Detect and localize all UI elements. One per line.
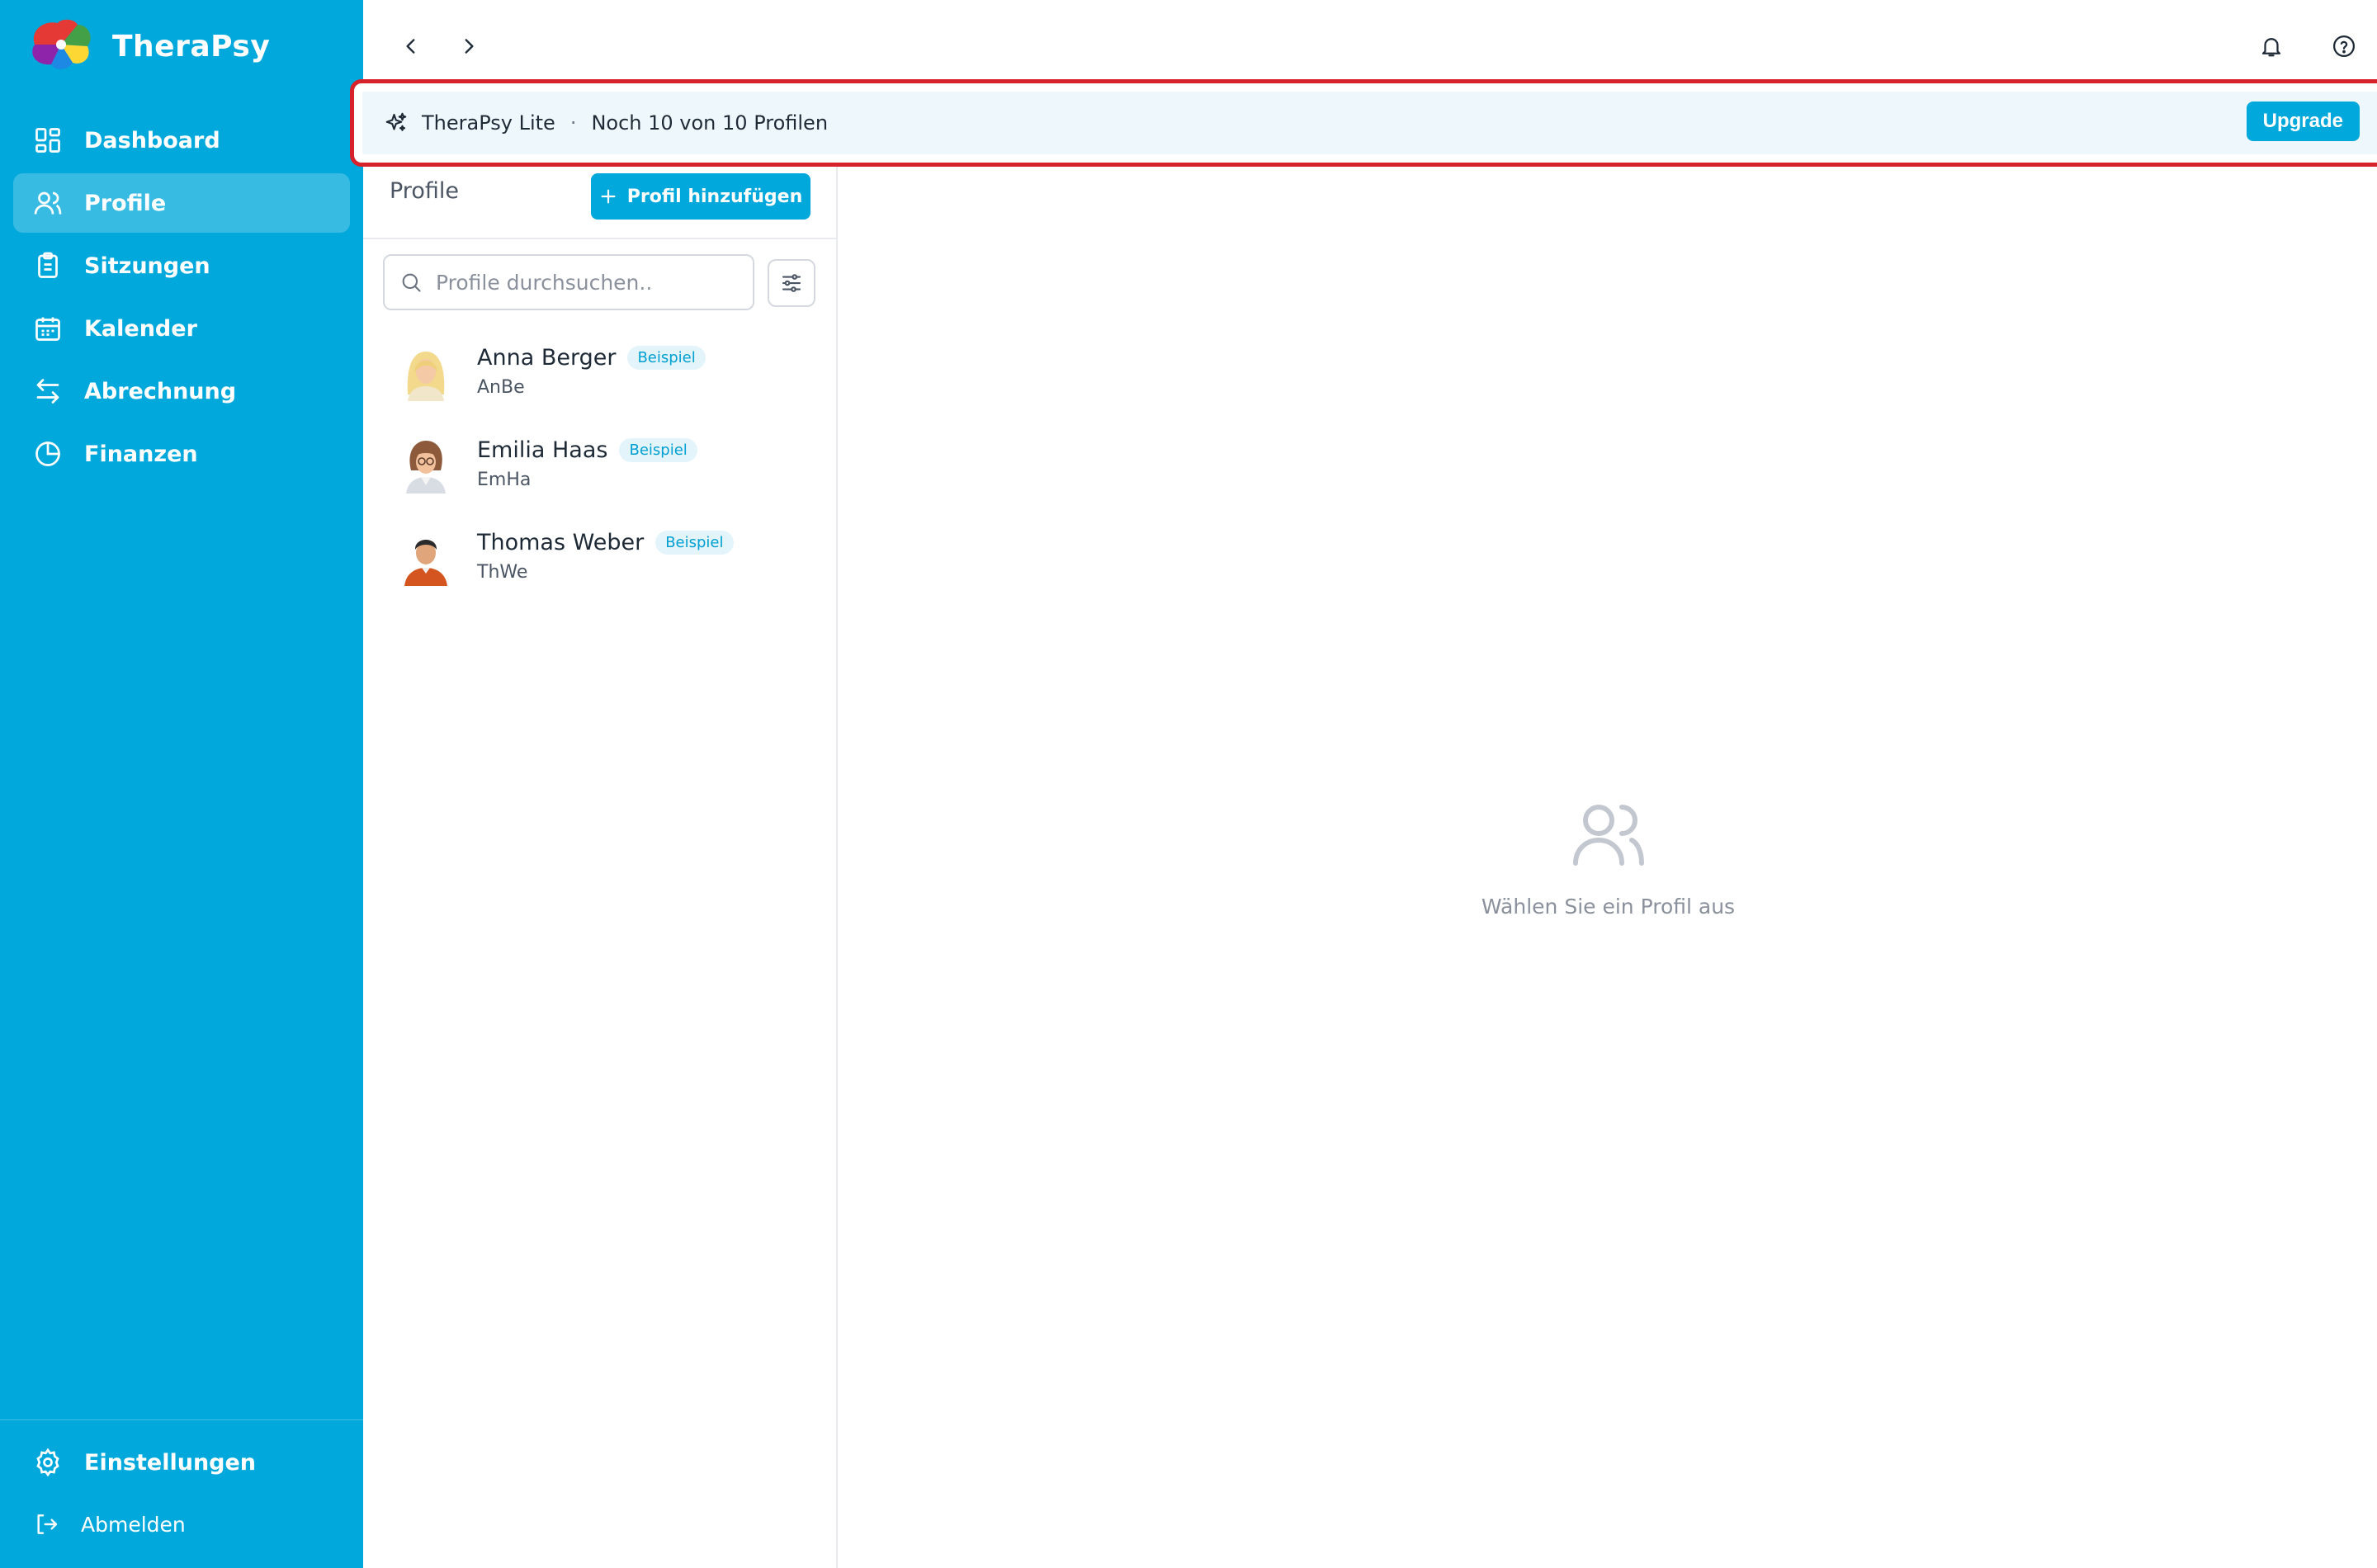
plan-banner: TheraPsy Lite · Noch 10 von 10 Profilen … bbox=[350, 79, 2377, 167]
sidebar-item-dashboard[interactable]: Dashboard bbox=[13, 111, 350, 170]
users-icon bbox=[33, 188, 63, 218]
empty-state-text: Wählen Sie ein Profil aus bbox=[1481, 895, 1736, 919]
logout-button[interactable]: Abmelden bbox=[33, 1497, 186, 1551]
sidebar-item-sitzungen[interactable]: Sitzungen bbox=[13, 236, 350, 295]
settings-label: Einstellungen bbox=[84, 1449, 257, 1476]
sidebar-item-label: Sitzungen bbox=[84, 253, 210, 279]
sidebar-item-label: Profile bbox=[84, 190, 167, 216]
avatar bbox=[396, 342, 456, 401]
example-badge: Beispiel bbox=[619, 438, 697, 462]
logout-icon bbox=[33, 1511, 59, 1537]
back-button[interactable] bbox=[393, 28, 429, 64]
empty-state: Wählen Sie ein Profil aus bbox=[839, 794, 2377, 919]
list-item[interactable]: Thomas Weber Beispiel ThWe bbox=[363, 510, 838, 602]
plus-icon bbox=[599, 187, 617, 205]
avatar bbox=[396, 527, 456, 586]
profile-list-pane: Profile Profil hinzufügen Profile durchs… bbox=[363, 167, 838, 1568]
app-name: TheraPsy bbox=[112, 29, 271, 64]
profile-quota: Noch 10 von 10 Profilen bbox=[591, 111, 829, 135]
bell-icon bbox=[2259, 34, 2284, 59]
users-icon bbox=[1569, 794, 1648, 873]
example-badge: Beispiel bbox=[655, 531, 734, 555]
pie-chart-icon bbox=[33, 439, 63, 469]
profile-info: Thomas Weber Beispiel ThWe bbox=[477, 530, 734, 583]
profile-name: Thomas Weber bbox=[477, 530, 645, 555]
avatar bbox=[396, 434, 456, 494]
sidebar-item-label: Abrechnung bbox=[84, 378, 237, 404]
sidebar-nav: Dashboard Profile Sitzungen Kalender Abr… bbox=[13, 111, 350, 487]
dashboard-icon bbox=[33, 125, 63, 155]
profile-list-header: Profile Profil hinzufügen bbox=[363, 167, 838, 239]
sidebar-item-label: Kalender bbox=[84, 315, 197, 342]
calendar-icon bbox=[33, 314, 63, 343]
profile-name: Emilia Haas bbox=[477, 437, 608, 463]
profile-list-title: Profile bbox=[390, 178, 459, 204]
search-input[interactable] bbox=[436, 270, 749, 295]
profile-detail-pane: Wählen Sie ein Profil aus bbox=[839, 167, 2377, 1568]
logout-label: Abmelden bbox=[81, 1512, 186, 1537]
chevron-right-icon bbox=[458, 35, 480, 57]
sliders-icon bbox=[779, 271, 804, 295]
sidebar-item-profile[interactable]: Profile bbox=[13, 173, 350, 233]
help-circle-icon bbox=[2332, 34, 2356, 59]
example-badge: Beispiel bbox=[627, 346, 706, 370]
list-item[interactable]: Emilia Haas Beispiel EmHa bbox=[363, 418, 838, 510]
profile-list: Anna Berger Beispiel AnBe Emilia Haas Be… bbox=[363, 325, 838, 602]
profile-code: EmHa bbox=[477, 470, 532, 490]
banner-separator: · bbox=[569, 111, 577, 135]
arrows-exchange-icon bbox=[33, 376, 63, 406]
sidebar-item-label: Dashboard bbox=[84, 127, 220, 153]
sidebar-divider bbox=[0, 1419, 363, 1420]
notifications-button[interactable] bbox=[2253, 28, 2290, 64]
profile-code: AnBe bbox=[477, 377, 525, 398]
sidebar-item-finanzen[interactable]: Finanzen bbox=[13, 424, 350, 484]
sidebar-item-label: Finanzen bbox=[84, 441, 198, 467]
search-field[interactable] bbox=[383, 254, 754, 310]
gear-icon bbox=[33, 1448, 63, 1477]
add-profile-button[interactable]: Profil hinzufügen bbox=[591, 173, 810, 220]
sidebar-item-settings[interactable]: Einstellungen bbox=[33, 1433, 256, 1492]
sidebar-item-kalender[interactable]: Kalender bbox=[13, 299, 350, 358]
plan-name: TheraPsy Lite bbox=[422, 111, 555, 135]
profile-name: Anna Berger bbox=[477, 345, 617, 371]
sparkles-icon bbox=[384, 111, 409, 135]
app-logo[interactable]: TheraPsy bbox=[25, 15, 270, 78]
add-profile-label: Profil hinzufügen bbox=[626, 186, 803, 207]
sidebar: TheraPsy Dashboard Profile Sitzungen Kal… bbox=[0, 0, 363, 1568]
top-bar bbox=[363, 0, 2377, 89]
profile-info: Emilia Haas Beispiel EmHa bbox=[477, 437, 697, 490]
sidebar-item-abrechnung[interactable]: Abrechnung bbox=[13, 361, 350, 421]
upgrade-button[interactable]: Upgrade bbox=[2246, 102, 2360, 141]
list-item[interactable]: Anna Berger Beispiel AnBe bbox=[363, 325, 838, 418]
chevron-left-icon bbox=[400, 35, 422, 57]
forward-button[interactable] bbox=[451, 28, 487, 64]
profile-code: ThWe bbox=[477, 562, 528, 583]
filter-button[interactable] bbox=[768, 259, 815, 307]
plan-banner-content: TheraPsy Lite · Noch 10 von 10 Profilen … bbox=[362, 92, 2377, 154]
profile-info: Anna Berger Beispiel AnBe bbox=[477, 345, 706, 398]
clipboard-icon bbox=[33, 251, 63, 281]
profile-name-line: Emilia Haas Beispiel bbox=[477, 437, 697, 463]
profile-name-line: Thomas Weber Beispiel bbox=[477, 530, 734, 555]
help-button[interactable] bbox=[2326, 28, 2362, 64]
profile-name-line: Anna Berger Beispiel bbox=[477, 345, 706, 371]
search-icon bbox=[399, 271, 423, 294]
brain-logo-icon bbox=[25, 17, 94, 76]
